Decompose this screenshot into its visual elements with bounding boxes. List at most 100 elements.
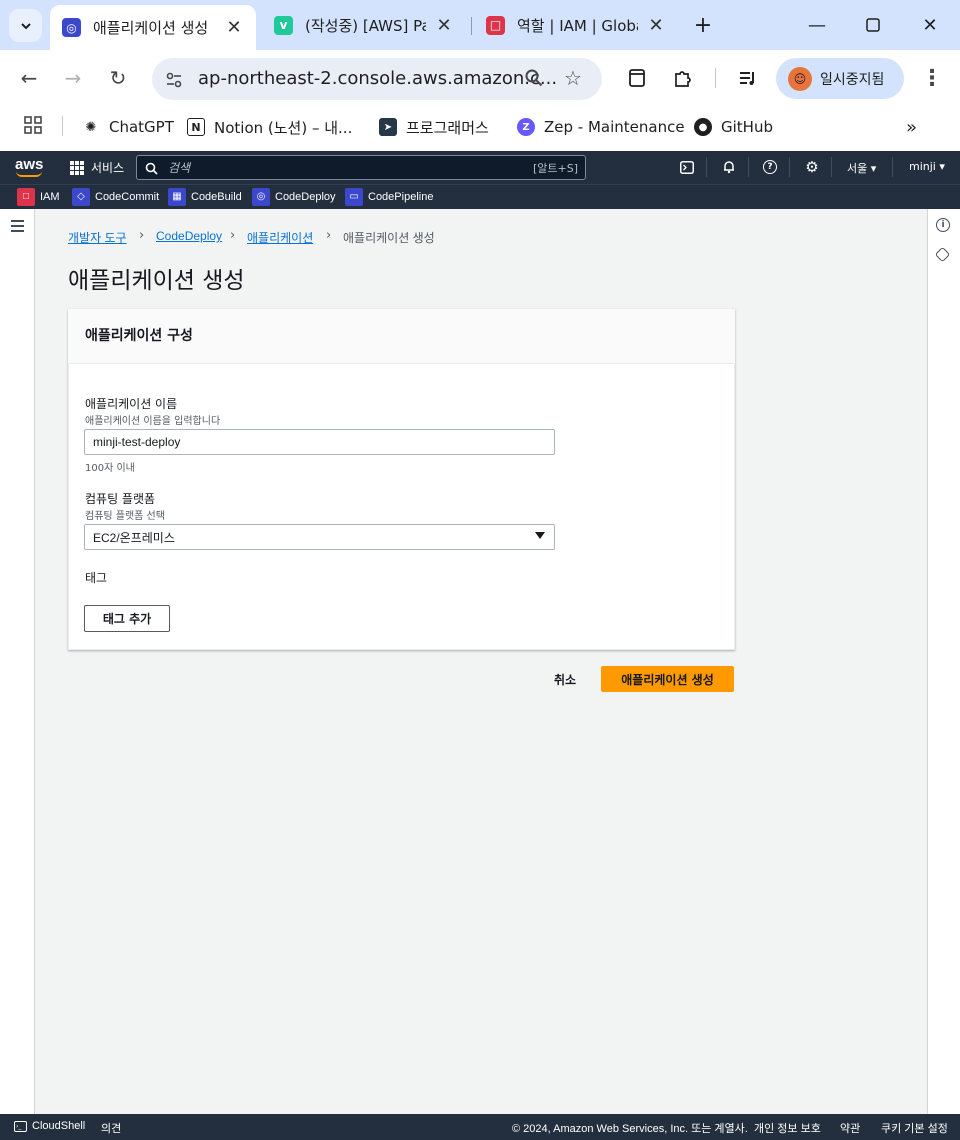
privacy-link[interactable]: 개인 정보 보호: [754, 1120, 821, 1136]
notion-icon: N: [187, 118, 205, 136]
star-icon: ☆: [564, 66, 582, 90]
codepipeline-icon: ▭: [345, 187, 363, 206]
maximize-icon: [866, 18, 880, 32]
search-shortcut-hint: [알트+S]: [533, 162, 579, 175]
region-selector[interactable]: 서울 ▾: [847, 160, 876, 176]
tab-divider: [471, 17, 472, 35]
arrow-right-icon: →: [64, 66, 82, 90]
media-control-button[interactable]: [736, 66, 760, 90]
apps-grid-icon: [24, 116, 42, 134]
minimize-icon: —: [808, 14, 826, 36]
plus-icon: +: [693, 12, 713, 38]
window-close-button[interactable]: ✕: [910, 12, 950, 38]
side-navigation-rail: [1, 209, 35, 1114]
caret-down-icon: [535, 532, 545, 539]
add-tag-button[interactable]: 태그 추가: [84, 605, 170, 632]
cancel-button[interactable]: 취소: [545, 666, 585, 692]
cloudshell-link[interactable]: CloudShell: [32, 1120, 85, 1132]
forward-button[interactable]: →: [61, 66, 85, 90]
terms-link[interactable]: 약관: [840, 1120, 860, 1136]
bookmark-label: Notion (노션) – 내...: [214, 118, 353, 137]
favorite-iam[interactable]: □ IAM: [17, 187, 60, 206]
new-tab-button[interactable]: +: [683, 12, 723, 38]
tools-rail: [927, 209, 959, 1114]
chevron-double-right-icon: »: [906, 116, 918, 138]
copyright-text: © 2024, Amazon Web Services, Inc. 또는 계열사…: [512, 1123, 748, 1135]
nav-divider: [892, 157, 893, 177]
extension-button[interactable]: [625, 66, 649, 90]
minimize-button[interactable]: —: [797, 12, 837, 38]
tab-title: (작성중) [AWS] Pa: [305, 16, 426, 35]
aws-search-input[interactable]: [136, 155, 586, 180]
codecommit-icon: ◇: [72, 187, 90, 206]
bookmark-github[interactable]: ● GitHub: [694, 116, 773, 138]
bookmark-label: 프로그래머스: [406, 118, 489, 137]
gear-icon: ⚙: [805, 158, 819, 176]
favorite-codepipeline[interactable]: ▭ CodePipeline: [345, 187, 433, 206]
aws-smile-icon: [16, 171, 42, 177]
close-icon[interactable]: ✕: [434, 15, 454, 36]
feedback-link[interactable]: 의견: [101, 1120, 121, 1136]
breadcrumb-applications[interactable]: 애플리케이션: [247, 229, 313, 246]
menu-icon[interactable]: [11, 220, 24, 235]
help-button[interactable]: ?: [761, 158, 779, 176]
breadcrumb-codedeploy[interactable]: CodeDeploy: [156, 229, 222, 243]
chevron-right-icon: ›: [326, 228, 332, 243]
create-application-button[interactable]: 애플리케이션 생성: [601, 666, 734, 692]
zoom-button[interactable]: [522, 66, 546, 90]
bookmark-zep[interactable]: Z Zep - Maintenance: [517, 116, 685, 138]
profile-button[interactable]: ☺ 일시중지됨: [776, 58, 904, 99]
close-icon[interactable]: ✕: [646, 15, 666, 36]
back-button[interactable]: ←: [17, 66, 41, 90]
favorite-codebuild[interactable]: ▦ CodeBuild: [168, 187, 242, 206]
chevron-down-icon: [20, 22, 31, 29]
bookmark-chatgpt[interactable]: ✺ ChatGPT: [82, 116, 174, 138]
close-icon[interactable]: ✕: [224, 17, 244, 38]
cookie-preferences-link[interactable]: 쿠키 기본 설정: [881, 1120, 948, 1136]
favorite-codedeploy[interactable]: ◎ CodeDeploy: [252, 187, 336, 206]
app-name-input[interactable]: minji-test-deploy: [84, 429, 555, 455]
platform-select[interactable]: EC2/온프레미스: [84, 524, 555, 550]
settings-button[interactable]: ⚙: [803, 158, 821, 176]
bookmark-label: Zep - Maintenance: [544, 118, 685, 136]
favorite-codecommit[interactable]: ◇ CodeCommit: [72, 187, 159, 206]
bookmark-star-button[interactable]: ☆: [561, 66, 585, 90]
browser-menu-button[interactable]: ⋮: [920, 66, 944, 91]
reload-button[interactable]: ↻: [106, 66, 130, 90]
more-bookmarks-button[interactable]: »: [906, 116, 917, 138]
chevron-right-icon: ›: [230, 228, 236, 243]
notifications-button[interactable]: [720, 158, 738, 176]
tune-icon: [166, 72, 182, 88]
tab-search-button[interactable]: [9, 9, 42, 42]
info-icon[interactable]: i: [936, 218, 950, 232]
browser-tab-active[interactable]: ◎ 애플리케이션 생성 ✕: [50, 5, 256, 50]
bookmark-programmers[interactable]: ➤ 프로그래머스: [379, 116, 489, 138]
url-text: ap-northeast-2.console.aws.amazon.c...: [198, 68, 558, 89]
favorite-label: CodePipeline: [368, 190, 434, 203]
extensions-menu-button[interactable]: [670, 66, 694, 90]
breadcrumb-developer-tools[interactable]: 개발자 도구: [68, 229, 127, 246]
apps-button[interactable]: [24, 116, 42, 134]
reload-icon: ↻: [109, 66, 127, 90]
queue-music-icon: [740, 72, 754, 85]
maximize-button[interactable]: [853, 12, 893, 38]
search-icon: [525, 69, 543, 87]
nav-divider: [831, 157, 832, 177]
app-name-label: 애플리케이션 이름: [85, 397, 178, 411]
browser-tab[interactable]: v (작성중) [AWS] Pa ✕: [262, 5, 466, 45]
site-info-button[interactable]: [162, 68, 186, 92]
cloudshell-button[interactable]: [678, 158, 696, 176]
profile-label: 일시중지됨: [820, 71, 885, 88]
services-menu-button[interactable]: 서비스: [70, 159, 124, 176]
grid-icon: [70, 160, 84, 175]
bookmark-notion[interactable]: N Notion (노션) – 내...: [187, 116, 352, 138]
bookmark-divider: [62, 116, 63, 136]
nav-divider: [706, 157, 707, 177]
codedeploy-icon: ◎: [252, 187, 270, 206]
browser-tab[interactable]: □ 역할 | IAM | Globa ✕: [474, 5, 678, 45]
account-menu[interactable]: minji ▾: [909, 160, 945, 173]
tags-label: 태그: [85, 571, 108, 585]
favorite-label: CodeDeploy: [275, 190, 336, 203]
bookmark-label: GitHub: [721, 118, 773, 136]
panel-title: 애플리케이션 구성: [85, 328, 193, 344]
